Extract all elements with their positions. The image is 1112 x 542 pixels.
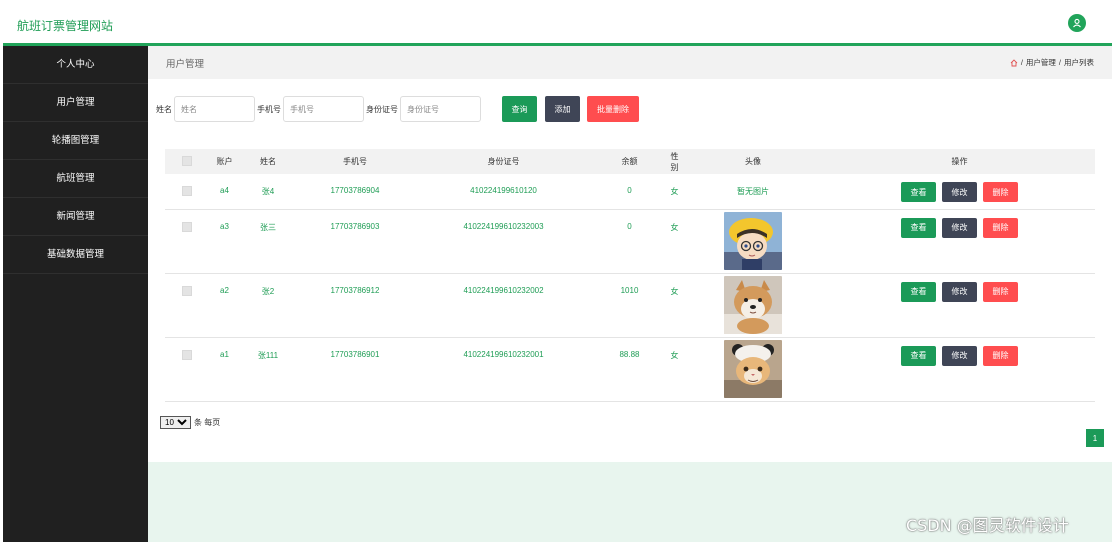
edit-button[interactable]: 修改 [942, 217, 977, 238]
column-header-name: 姓名 [260, 157, 276, 166]
breadcrumb-item-user-list: 用户列表 [1064, 58, 1094, 67]
cell-name: 张111 [257, 350, 279, 360]
edit-button[interactable]: 修改 [942, 182, 977, 202]
id-number-label: 身份证号 [366, 104, 398, 114]
sidebar-item-users[interactable]: 用户管理 [3, 84, 148, 122]
cell-gender: 女 [670, 187, 679, 196]
cell-account: a4 [220, 186, 229, 195]
delete-button[interactable]: 删除 [983, 182, 1018, 202]
cell-id-number: 410224199610232003 [463, 221, 544, 231]
view-button[interactable]: 查看 [901, 281, 936, 302]
page-size-suffix: 条 每页 [194, 418, 221, 427]
cell-phone: 17703786912 [330, 285, 380, 295]
avatar-image-cat [724, 339, 782, 398]
cell-balance: 88.88 [619, 349, 640, 359]
user-table: 账户 姓名 手机号 身份证号 余额 性别 头像 操作 a4 张4 1770378… [165, 149, 1095, 402]
cell-avatar-empty: 暂无图片 [737, 187, 769, 196]
sidebar-item-carousel[interactable]: 轮播图管理 [3, 122, 148, 160]
cell-phone: 17703786903 [330, 221, 380, 231]
cell-phone: 17703786904 [330, 186, 380, 195]
delete-button[interactable]: 删除 [983, 217, 1018, 238]
phone-label: 手机号 [257, 104, 281, 114]
top-bar: 航班订票管理网站 [0, 0, 1112, 44]
sidebar-item-personal-center[interactable]: 个人中心 [3, 46, 148, 84]
row-checkbox[interactable] [181, 285, 192, 296]
id-number-input[interactable] [400, 96, 481, 122]
sidebar-item-flights[interactable]: 航班管理 [3, 160, 148, 198]
table-row: a1 张111 17703786901 410224199610232001 8… [165, 337, 1095, 401]
search-bar: 姓名 手机号 身份证号 查询 添加 批量删除 [156, 96, 639, 122]
table-row: a2 张2 17703786912 410224199610232002 101… [165, 273, 1095, 337]
row-checkbox[interactable] [181, 349, 192, 360]
view-button[interactable]: 查看 [901, 345, 936, 366]
breadcrumb-separator: / [1058, 58, 1061, 67]
page-size-select[interactable]: 10 [160, 416, 191, 429]
breadcrumb: / 用户管理 / 用户列表 [1010, 57, 1094, 68]
breadcrumb-separator: / [1020, 58, 1023, 67]
column-header-account: 账户 [216, 157, 233, 166]
cell-account: a3 [220, 221, 229, 231]
page-title: 用户管理 [166, 58, 205, 70]
cell-id-number: 410224199610232001 [463, 349, 544, 359]
user-icon[interactable] [1068, 14, 1086, 32]
name-input[interactable] [174, 96, 255, 122]
view-button[interactable]: 查看 [901, 217, 936, 238]
add-button[interactable]: 添加 [545, 96, 580, 122]
home-icon[interactable] [1010, 58, 1018, 67]
cell-gender: 女 [670, 286, 679, 296]
column-header-actions: 操作 [951, 157, 968, 166]
edit-button[interactable]: 修改 [942, 345, 977, 366]
cell-name: 张2 [261, 286, 275, 296]
view-button[interactable]: 查看 [901, 182, 936, 202]
column-header-phone: 手机号 [343, 157, 367, 166]
page-size-control: 10 条 每页 [160, 416, 220, 429]
site-title: 航班订票管理网站 [17, 19, 114, 33]
name-label: 姓名 [156, 104, 172, 114]
cell-balance: 0 [627, 221, 632, 231]
cell-id-number: 410224199610232002 [463, 285, 544, 295]
sidebar-item-news[interactable]: 新闻管理 [3, 198, 148, 236]
cell-balance: 0 [627, 186, 632, 195]
cell-account: a2 [220, 285, 229, 295]
bulk-delete-button[interactable]: 批量删除 [587, 96, 639, 122]
cell-balance: 1010 [620, 285, 639, 295]
delete-button[interactable]: 删除 [983, 345, 1018, 366]
table-row: a4 张4 17703786904 410224199610120 0 女 暂无… [165, 174, 1095, 209]
delete-button[interactable]: 删除 [983, 281, 1018, 302]
column-header-balance: 余额 [621, 157, 638, 166]
breadcrumb-item-users[interactable]: 用户管理 [1026, 57, 1056, 68]
table-row: a3 张三 17703786903 410224199610232003 0 女 [165, 209, 1095, 273]
query-button[interactable]: 查询 [502, 96, 537, 122]
cell-gender: 女 [670, 222, 679, 232]
watermark: CSDN @图灵软件设计 [906, 516, 1069, 535]
edit-button[interactable]: 修改 [942, 281, 977, 302]
cell-name: 张三 [260, 222, 276, 232]
page-header: 用户管理 / 用户管理 / 用户列表 [148, 46, 1112, 79]
sidebar: 个人中心 用户管理 轮播图管理 航班管理 新闻管理 基础数据管理 [3, 46, 148, 542]
main-content: 用户管理 / 用户管理 / 用户列表 姓名 手机号 身份证号 查询 添加 批量删… [148, 46, 1112, 542]
select-all-checkbox[interactable] [181, 155, 192, 166]
column-header-gender: 性别 [670, 151, 679, 172]
column-header-id-number: 身份证号 [487, 157, 520, 166]
avatar-image-dog [724, 275, 782, 334]
sidebar-item-basic-data[interactable]: 基础数据管理 [3, 236, 148, 274]
phone-input[interactable] [283, 96, 364, 122]
column-header-avatar: 头像 [745, 157, 761, 166]
cell-gender: 女 [670, 350, 679, 360]
table-header-row: 账户 姓名 手机号 身份证号 余额 性别 头像 操作 [165, 149, 1095, 174]
page-number-button[interactable]: 1 [1086, 429, 1104, 447]
cell-phone: 17703786901 [330, 349, 380, 359]
cell-id-number: 410224199610120 [470, 186, 537, 195]
row-checkbox[interactable] [181, 221, 192, 232]
cell-name: 张4 [261, 187, 275, 196]
row-checkbox[interactable] [181, 186, 192, 196]
avatar-image-cartoon [724, 211, 782, 270]
cell-account: a1 [220, 349, 229, 359]
